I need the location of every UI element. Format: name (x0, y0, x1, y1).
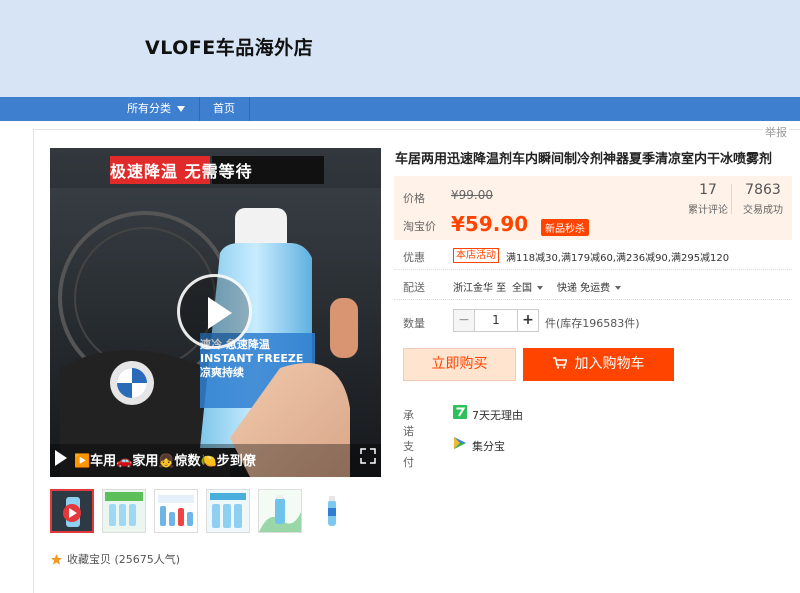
quantity-label: 数量 (403, 317, 425, 330)
sales-count-label: 交易成功 (743, 205, 783, 216)
shipping-method[interactable]: 快递 免运费 (557, 279, 622, 294)
thumbnail-image (207, 490, 249, 532)
shipping-method-label: 快递 免运费 (557, 283, 611, 294)
thumbnail-image (52, 491, 92, 531)
payment-text[interactable]: 集分宝 (472, 438, 505, 454)
thumbnail-4[interactable] (206, 489, 250, 533)
sales-count: 7863 (745, 182, 781, 198)
shop-header: VLOFE车品海外店 (0, 0, 800, 97)
nav-divider (249, 97, 250, 121)
flash-sale-badge: 新品秒杀 (541, 219, 589, 236)
thumbnail-3[interactable] (154, 489, 198, 533)
thumbnail-image (259, 490, 301, 532)
ship-destination[interactable]: 全国 (512, 279, 543, 294)
shop-name[interactable]: VLOFE车品海外店 (145, 33, 313, 60)
quantity-increase-button[interactable]: + (517, 309, 539, 332)
quantity-input[interactable]: 1 (475, 309, 517, 332)
star-icon (51, 553, 62, 565)
fullscreen-icon[interactable] (360, 448, 376, 464)
product-title: 车居两用迅速降温剂车内瞬间制冷剂神器夏季清凉室内干冰喷雾剂 (395, 152, 773, 167)
review-count-label: 累计评论 (688, 205, 728, 216)
nav-all-categories[interactable]: 所有分类 (127, 97, 185, 121)
nav-home[interactable]: 首页 (213, 97, 235, 121)
play-button[interactable] (177, 274, 252, 349)
service-promise-text[interactable]: 7天无理由 (472, 407, 523, 423)
price-panel: 价格 ¥99.00 淘宝价 ¥59.90 新品秒杀 17 累计评论 7863 交… (394, 176, 792, 240)
nav-all-categories-label: 所有分类 (127, 102, 171, 115)
play-icon (208, 297, 232, 329)
review-count[interactable]: 17 (678, 182, 738, 198)
favorite-item[interactable]: 收藏宝贝 (25675人气) (50, 551, 180, 567)
original-price-label: 价格 (403, 192, 425, 205)
promotion-row: 优惠 本店活动 满118减30,满179减60,满236减90,满295减120 (394, 240, 792, 270)
nav-divider (199, 97, 200, 121)
report-link[interactable]: 举报 (763, 124, 789, 140)
quantity-decrease-button[interactable]: − (453, 309, 475, 332)
promotion-text: 满118减30,满179减60,满236减90,满295减120 (506, 253, 730, 264)
add-to-cart-label: 加入购物车 (574, 356, 645, 372)
service-promise-label: 承诺 (403, 409, 414, 438)
caret-down-icon (537, 286, 543, 290)
shop-activity-tag[interactable]: 本店活动 (453, 248, 499, 263)
original-price: ¥99.00 (451, 188, 493, 202)
video-control-play-icon[interactable] (55, 450, 67, 466)
thumbnail-image (155, 490, 197, 532)
thumbnail-6[interactable] (310, 489, 354, 533)
thumbnail-image (311, 490, 353, 532)
favorite-label: 收藏宝贝 (25675人气) (67, 553, 181, 566)
thumbnail-5[interactable] (258, 489, 302, 533)
video-caption: ▶️车用🚗家用👧惊数🍋步到僚 (74, 454, 256, 469)
ship-from: 浙江金华 至 (453, 283, 507, 294)
ship-destination-label: 全国 (512, 283, 532, 294)
payment-label: 支付 (403, 440, 414, 469)
stats-divider (731, 184, 732, 214)
caret-down-icon (177, 106, 185, 112)
shipping-row: 配送 浙江金华 至 全国 快递 免运费 (394, 270, 792, 300)
cart-icon (552, 357, 567, 369)
nav-bar: 所有分类 首页 (0, 97, 800, 121)
buy-now-button[interactable]: 立即购买 (403, 348, 516, 381)
seven-day-return-icon (453, 405, 467, 419)
add-to-cart-button[interactable]: 加入购物车 (523, 348, 674, 381)
thumbnail-image (103, 490, 145, 532)
jifenbao-icon (454, 437, 466, 449)
current-price: ¥59.90 (451, 212, 529, 236)
taobao-price-label: 淘宝价 (403, 220, 436, 233)
caret-down-icon (615, 286, 622, 290)
stock-info: 件(库存196583件) (545, 317, 640, 330)
thumbnail-1[interactable] (50, 489, 94, 533)
promotion-label: 优惠 (403, 251, 425, 264)
video-overlay-headline: 极速降温 无需等待 (110, 162, 253, 181)
shipping-label: 配送 (403, 281, 425, 294)
thumbnail-2[interactable] (102, 489, 146, 533)
